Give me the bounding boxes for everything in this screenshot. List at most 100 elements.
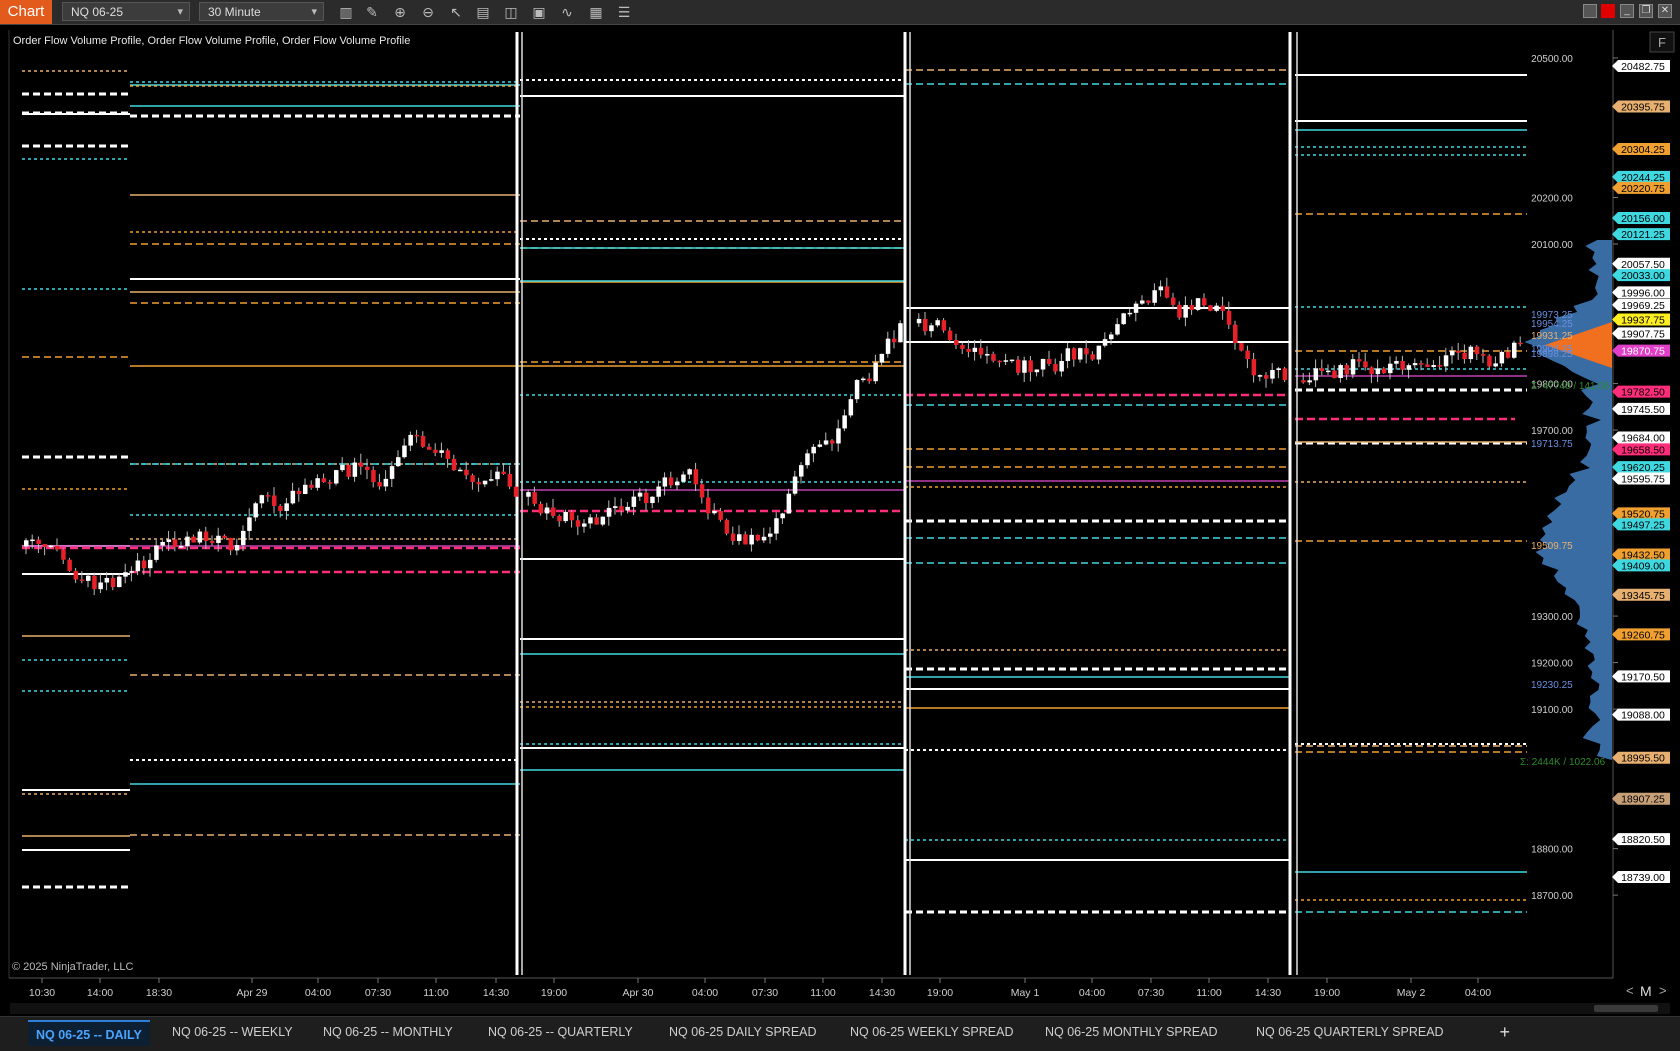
candle-body [613,506,618,508]
candle-body [1214,305,1219,311]
candle-body [972,347,978,352]
candle-body [526,492,531,497]
candle-body [1264,375,1269,379]
candle-body [1177,304,1182,318]
x-axis-label: 11:00 [810,987,836,999]
draw-pencil-icon[interactable]: ✎ [363,3,381,21]
candle-body [396,457,401,467]
minimize-bar-icon[interactable] [1583,4,1597,18]
price-chart[interactable]: 20500.0020200.0020100.0019800.0019700.00… [0,26,1680,1030]
tab-daily[interactable]: NQ 06-25 -- DAILY [28,1020,150,1046]
zoom-out-icon[interactable]: ⊖ [419,3,437,21]
candle-body [464,469,469,476]
x-axis-label: 11:00 [423,987,449,999]
candle-body [954,339,959,346]
price-marker-label: 19969.25 [1621,300,1665,312]
restore-icon[interactable]: ❐ [1639,4,1653,18]
data-box-icon[interactable]: ▣ [530,3,548,21]
candle-body [365,466,370,471]
candle-body [885,338,891,354]
candle-body [216,535,221,543]
close-icon[interactable]: ✕ [1658,4,1672,18]
candle-body [284,503,289,511]
candle-body [768,533,773,537]
candle-body [712,510,717,514]
properties-icon[interactable]: ▤ [474,3,492,21]
candle-body [61,549,66,560]
candle-body [1078,348,1083,360]
candle-body [383,478,389,487]
price-marker-label: 19745.50 [1621,404,1665,416]
tab-weekly-spread[interactable]: NQ 06-25 WEEKLY SPREAD [850,1025,1014,1039]
price-marker-label: 18995.50 [1621,753,1665,765]
split-panel-icon[interactable]: ◫ [502,3,520,21]
candle-body [1301,380,1306,383]
tab-quarterly[interactable]: NQ 06-25 -- QUARTERLY [488,1025,633,1039]
candle-body [1084,348,1089,355]
candle-body [830,440,835,444]
minimize-icon[interactable]: _ [1620,4,1634,18]
chart-menu-button[interactable]: Chart [0,0,52,24]
tab-daily-spread[interactable]: NQ 06-25 DAILY SPREAD [669,1025,817,1039]
candle-body [1326,370,1331,373]
candle-body [48,545,54,548]
candle-body [1133,303,1139,313]
chevron-down-icon: ▾ [311,6,317,18]
candle-body [30,539,35,542]
candle-body [346,464,351,477]
bar-style-icon[interactable]: ▥ [337,3,355,21]
candle-body [1115,324,1120,335]
pointer-icon[interactable]: ↖ [447,3,465,21]
candle-body [966,348,971,352]
candle-body [1344,365,1350,375]
scroll-left-button[interactable]: < [1626,983,1634,998]
candle-body [1127,312,1133,315]
link-color-icon[interactable] [1601,4,1615,18]
candle-body [123,572,128,577]
y-axis-tick: 18700.00 [1531,891,1573,902]
candle-body [786,493,792,514]
candle-body [371,470,376,483]
profile-label: 19509.75 [1531,541,1573,552]
candle-body [210,540,215,543]
x-axis-label: 18:30 [146,987,172,999]
zoom-mode-button[interactable]: M [1640,983,1652,999]
scroll-right-button[interactable]: > [1659,983,1667,998]
candle-body [92,575,97,590]
candle-body [1493,363,1498,367]
tab-monthly[interactable]: NQ 06-25 -- MONTHLY [323,1025,453,1039]
indicators-icon[interactable]: ∿ [558,3,576,21]
candle-body [861,378,866,381]
horizontal-scrollbar[interactable] [10,1003,1670,1014]
tab-monthly-spread[interactable]: NQ 06-25 MONTHLY SPREAD [1045,1025,1218,1039]
candle-body [1270,370,1275,379]
candle-body [699,484,705,498]
price-marker-label: 20220.75 [1621,183,1665,195]
candle-body [1226,310,1232,325]
tab-quarterly-spread[interactable]: NQ 06-25 QUARTERLY SPREAD [1256,1025,1444,1039]
price-marker-label: 19870.75 [1621,346,1665,358]
zoom-in-icon[interactable]: ⊕ [391,3,409,21]
strategies-icon[interactable]: ▦ [587,3,605,21]
price-marker-label: 19497.25 [1621,519,1665,531]
candle-body [191,536,196,543]
add-tab-button[interactable]: + [1499,1022,1510,1043]
candle-body [290,490,296,504]
price-marker-label: 20304.25 [1621,144,1665,156]
scrollbar-thumb[interactable] [1594,1005,1658,1012]
candle-body [451,458,457,471]
candle-body [662,477,668,487]
candle-body [532,492,537,504]
candle-body [272,495,277,506]
candle-body [1512,342,1517,358]
list-icon[interactable]: ☰ [615,3,633,21]
candle-body [489,479,494,481]
tab-weekly[interactable]: NQ 06-25 -- WEEKLY [172,1025,293,1039]
candle-body [1202,298,1207,306]
candle-body [792,476,798,494]
candle-body [321,478,327,483]
candle-body [1096,345,1102,360]
candle-body [433,449,438,453]
instrument-selector[interactable]: NQ 06-25 ▾ [62,2,190,21]
interval-selector[interactable]: 30 Minute ▾ [199,2,324,21]
